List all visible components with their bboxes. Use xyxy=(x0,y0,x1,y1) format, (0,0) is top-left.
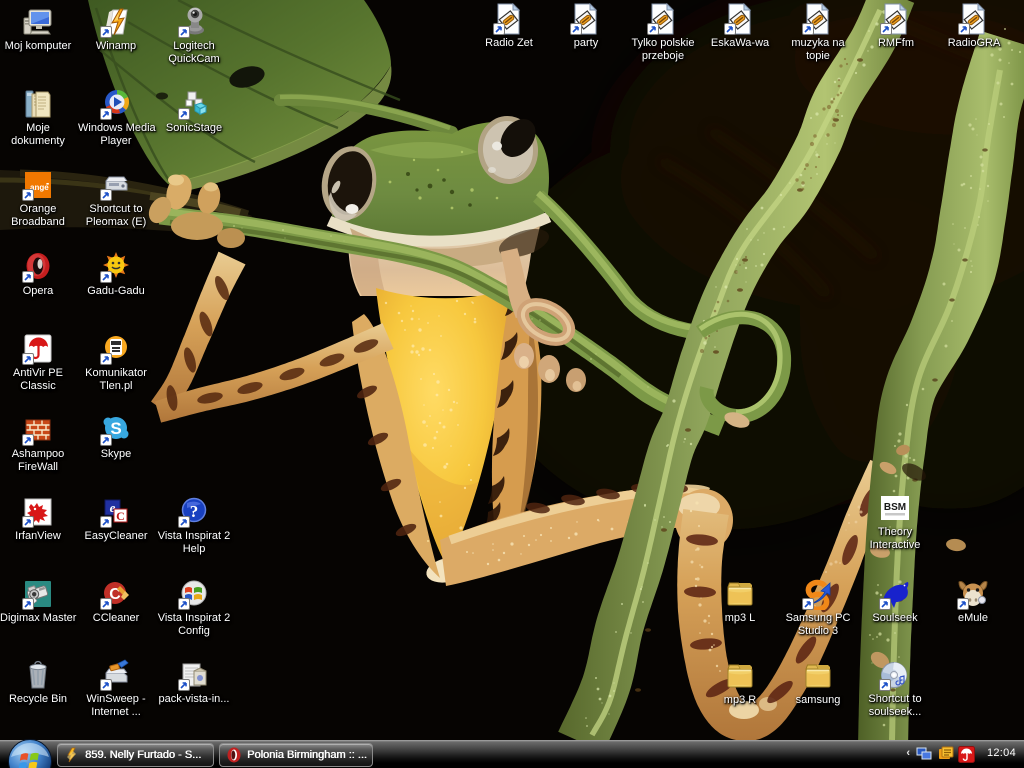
svg-text:C: C xyxy=(116,509,125,523)
svg-text:?: ? xyxy=(190,502,199,521)
svg-text:BSM: BSM xyxy=(884,502,906,513)
svg-text:S: S xyxy=(110,419,121,438)
